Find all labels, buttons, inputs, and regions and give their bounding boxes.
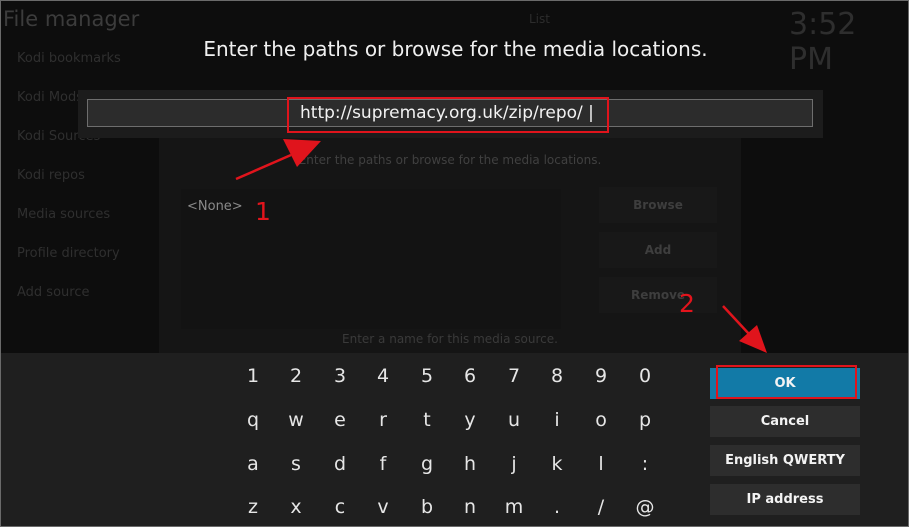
arrow-to-ok-icon: [722, 305, 767, 353]
step-2-label: 2: [679, 289, 695, 318]
step-1-label: 1: [255, 197, 271, 226]
arrow-to-url-icon: [235, 139, 321, 181]
annotation-arrows: [235, 139, 767, 353]
app-frame: File manager List 3:52 PM Kodi bookmarks…: [0, 0, 909, 527]
